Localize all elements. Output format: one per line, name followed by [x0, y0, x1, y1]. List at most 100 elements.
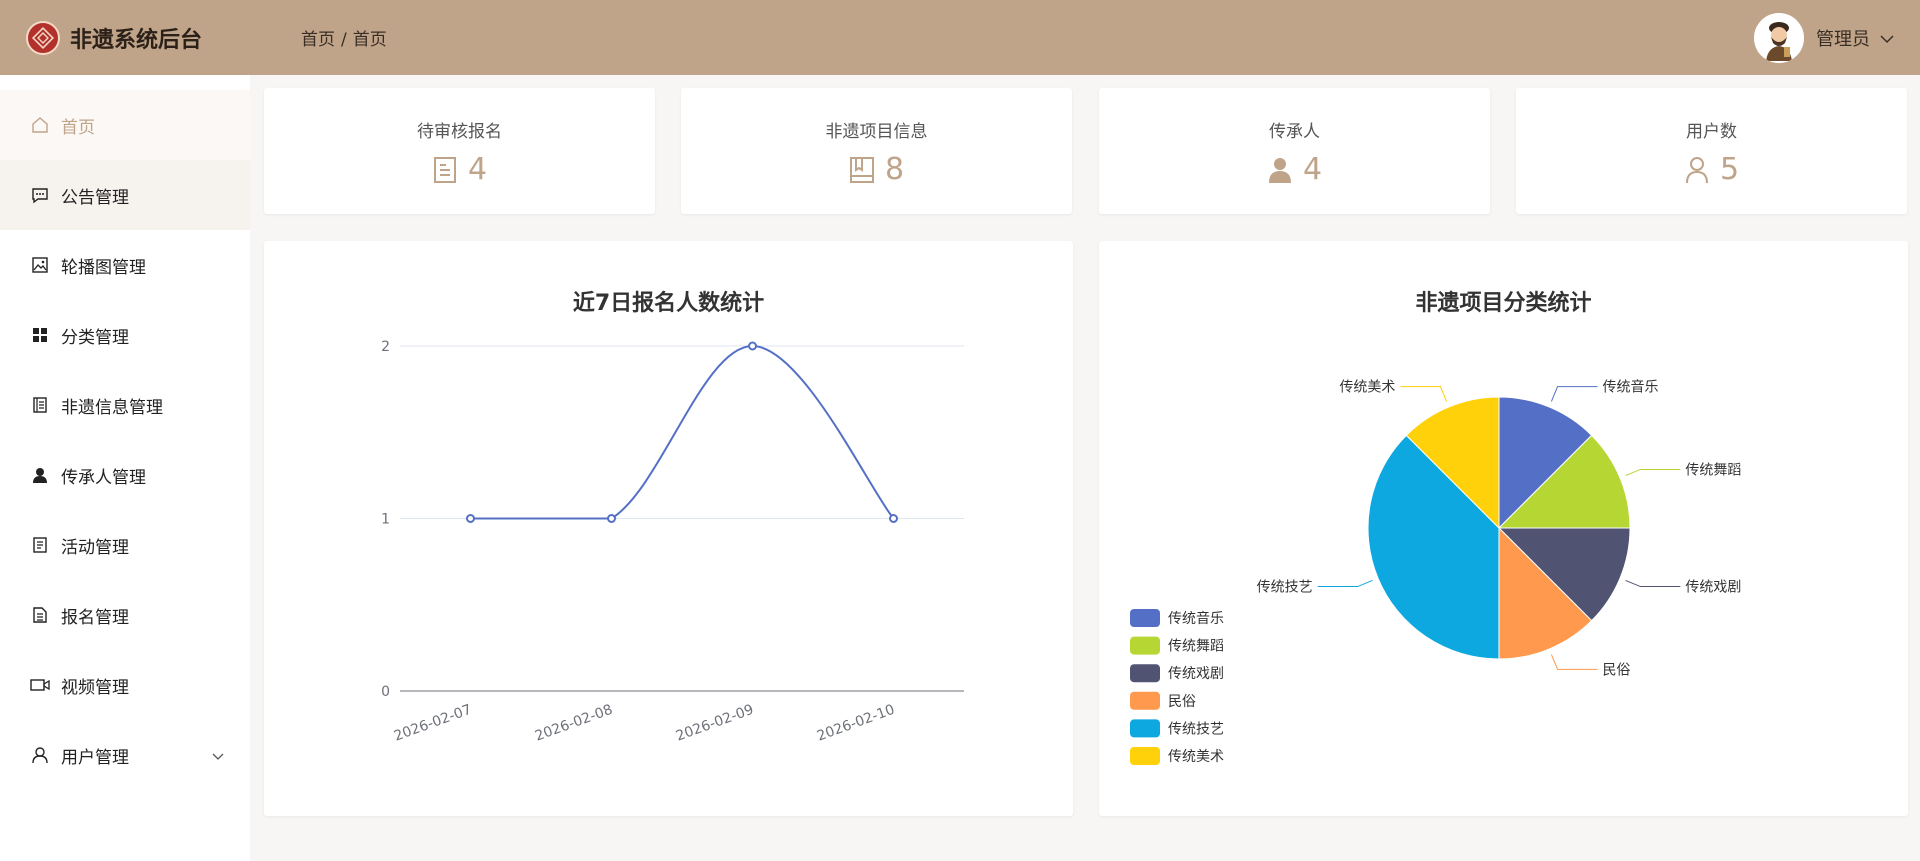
- home-icon: [30, 115, 50, 135]
- sidebar-item-label: 首页: [61, 117, 95, 138]
- legend-swatch[interactable]: [1130, 691, 1160, 710]
- legend-label[interactable]: 传统技艺: [1168, 721, 1224, 737]
- pie-chart-card: 非遗项目分类统计 传统音乐 传统舞蹈 传统戏剧 民俗 传统技艺 传统美术 传统音乐 传统舞蹈传…: [1099, 241, 1908, 816]
- image-icon: [30, 255, 50, 275]
- document-icon: [432, 156, 458, 184]
- sidebar-item-activity[interactable]: 活动管理: [0, 510, 250, 580]
- user-outline-icon: [1684, 156, 1710, 184]
- sidebar-item-label: 公告管理: [61, 187, 129, 208]
- sidebar-item-label: 轮播图管理: [61, 257, 146, 278]
- breadcrumb: 首页 / 首页: [301, 25, 387, 50]
- legend-label[interactable]: 民俗: [1168, 694, 1196, 710]
- notebook-icon: [849, 156, 875, 184]
- document-lines-icon: [30, 605, 50, 625]
- data-point[interactable]: [466, 514, 475, 523]
- y-tick-label: 2: [381, 339, 390, 355]
- legend-swatch[interactable]: [1130, 747, 1160, 765]
- slice-label: 传统美术: [1339, 380, 1395, 396]
- top-header: 非遗系统后台 首页 / 首页 管理员: [0, 0, 1920, 75]
- stat-card-pending-registration[interactable]: 待审核报名 4: [264, 88, 655, 214]
- legend-swatch[interactable]: [1130, 609, 1160, 627]
- grid-icon: [30, 325, 50, 345]
- document-icon: [30, 535, 50, 555]
- breadcrumb-separator: /: [341, 30, 347, 50]
- sidebar-item-carousel[interactable]: 轮播图管理: [0, 230, 250, 300]
- legend-label[interactable]: 传统舞蹈: [1168, 639, 1224, 655]
- notebook-icon: [30, 395, 50, 415]
- sidebar-item-heritage-info[interactable]: 非遗信息管理: [0, 370, 250, 440]
- label-leader-line: [1317, 579, 1373, 588]
- user-menu[interactable]: 管理员: [1754, 13, 1894, 63]
- series-line: [470, 344, 895, 520]
- label-leader-line: [1400, 386, 1448, 402]
- data-point[interactable]: [607, 514, 616, 523]
- label-leader-line: [1550, 654, 1598, 670]
- app-title: 非遗系统后台: [70, 27, 203, 53]
- x-tick-label: 2026-02-09: [674, 702, 756, 745]
- stat-card-users[interactable]: 用户数 5: [1516, 88, 1907, 214]
- breadcrumb-item: 首页: [352, 30, 387, 50]
- stat-label: 传承人: [1269, 122, 1320, 142]
- sidebar-item-label: 传承人管理: [61, 467, 146, 488]
- data-point[interactable]: [748, 341, 757, 351]
- y-tick-label: 1: [381, 512, 390, 528]
- sidebar-item-label: 报名管理: [61, 607, 129, 628]
- legend-swatch[interactable]: [1130, 636, 1160, 655]
- message-icon: [30, 185, 50, 205]
- logo-icon: [26, 20, 60, 55]
- user-name: 管理员: [1816, 29, 1870, 50]
- sidebar: 首页 公告管理 轮播图管理 分类管理 非遗信息管理 传承人管理 活动管理 报名管…: [0, 75, 250, 861]
- stat-value: 5: [1719, 152, 1740, 187]
- sidebar-item-label: 分类管理: [61, 327, 129, 348]
- stat-value: 4: [467, 152, 488, 187]
- sidebar-item-label: 视频管理: [61, 677, 129, 698]
- sidebar-item-inheritor[interactable]: 传承人管理: [0, 440, 250, 510]
- slice-label: 传统舞蹈: [1685, 462, 1741, 478]
- sidebar-item-label: 用户管理: [61, 747, 129, 768]
- sidebar-item-home[interactable]: 首页: [0, 90, 250, 160]
- legend-label[interactable]: 传统美术: [1168, 749, 1224, 765]
- line-chart: 0 1 2 2026-02-07 2026-02-08 2026-02-09 2026-02…: [381, 339, 964, 745]
- stat-value: 4: [1302, 152, 1323, 187]
- data-point[interactable]: [889, 514, 898, 523]
- label-leader-line: [1625, 468, 1681, 477]
- label-leader-line: [1625, 579, 1681, 588]
- legend-label[interactable]: 传统戏剧: [1168, 666, 1224, 682]
- stat-value: 8: [884, 152, 905, 187]
- line-chart-card: 近7日报名人数统计 0 1 2 2026-02-07 2026-02-08 2026-02…: [264, 241, 1073, 816]
- person-icon: [30, 465, 50, 485]
- x-tick-label: 2026-02-10: [815, 702, 897, 745]
- sidebar-item-label: 非遗信息管理: [61, 397, 163, 418]
- user-outline-icon: [30, 745, 50, 765]
- sidebar-item-category[interactable]: 分类管理: [0, 300, 250, 370]
- stat-label: 用户数: [1686, 122, 1737, 142]
- breadcrumb-item[interactable]: 首页: [301, 30, 335, 50]
- legend-swatch[interactable]: [1130, 719, 1160, 738]
- legend-label[interactable]: 传统音乐: [1168, 610, 1224, 627]
- sidebar-item-video[interactable]: 视频管理: [0, 650, 250, 720]
- sidebar-item-registration[interactable]: 报名管理: [0, 580, 250, 650]
- stat-label: 非遗项目信息: [825, 122, 928, 142]
- sidebar-item-notice[interactable]: 公告管理: [0, 160, 250, 230]
- sidebar-item-label: 活动管理: [61, 537, 129, 558]
- sidebar-item-users[interactable]: 用户管理: [0, 720, 250, 790]
- brand[interactable]: 非遗系统后台: [26, 20, 276, 55]
- pie-chart: 传统音乐传统舞蹈传统戏剧民俗传统技艺传统美术传统音乐传统舞蹈传统戏剧民俗传统技艺…: [1130, 379, 1741, 765]
- slice-label: 民俗: [1603, 662, 1631, 678]
- stat-label: 待审核报名: [417, 122, 502, 142]
- y-tick-label: 0: [381, 684, 390, 700]
- chevron-down-icon[interactable]: [1880, 29, 1894, 48]
- slice-label: 传统戏剧: [1685, 580, 1741, 596]
- label-leader-line: [1550, 386, 1598, 402]
- slice-label: 传统技艺: [1257, 580, 1313, 596]
- stat-card-heritage-items[interactable]: 非遗项目信息 8: [681, 88, 1072, 214]
- legend-swatch[interactable]: [1130, 664, 1160, 683]
- slice-label: 传统音乐: [1603, 379, 1659, 396]
- chevron-down-icon[interactable]: [212, 746, 224, 766]
- avatar[interactable]: [1754, 13, 1804, 63]
- stat-card-inheritors[interactable]: 传承人 4: [1099, 88, 1490, 214]
- x-tick-label: 2026-02-08: [533, 702, 615, 745]
- x-tick-label: 2026-02-07: [392, 702, 474, 745]
- video-icon: [30, 675, 50, 695]
- person-icon: [1267, 156, 1293, 184]
